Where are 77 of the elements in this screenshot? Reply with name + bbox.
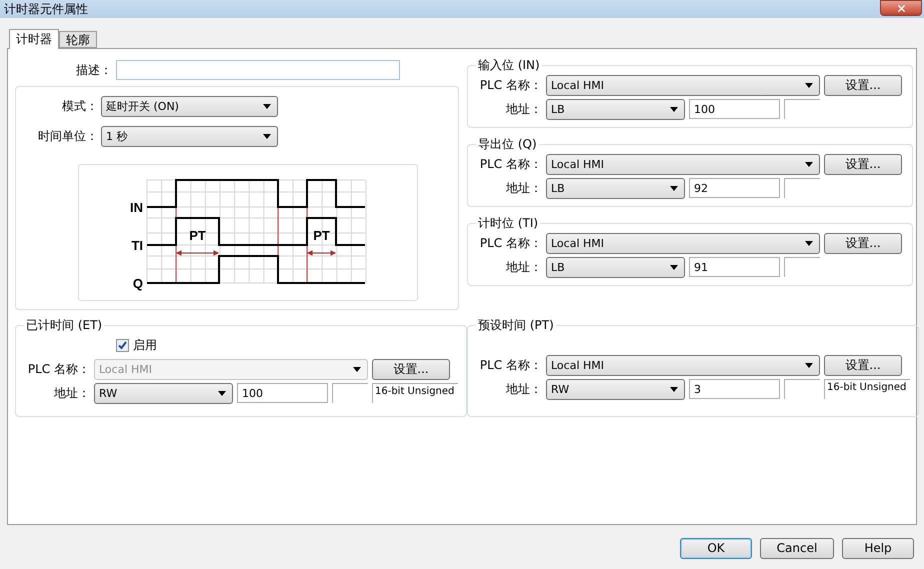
data-type-field: 16-bit Unsigned xyxy=(372,383,458,403)
field-label: 时间单位： xyxy=(37,128,98,144)
window-title: 计时器元件属性 xyxy=(4,0,88,18)
caret-icon xyxy=(805,240,813,246)
group-title: 输入位 (IN) xyxy=(477,57,541,74)
group-title: 已计时间 (ET) xyxy=(25,317,104,334)
settings-button[interactable]: 设置... xyxy=(824,74,902,96)
caret-icon xyxy=(263,104,271,108)
dropdown[interactable]: Local HMI xyxy=(546,232,820,254)
dropdown[interactable]: Local HMI xyxy=(546,74,820,96)
tab[interactable]: 计时器 xyxy=(9,29,59,49)
close-icon xyxy=(896,2,906,14)
data-type-field: 16-bit Unsigned xyxy=(824,379,910,399)
duration-arrow xyxy=(176,250,220,256)
address-field[interactable]: 91 xyxy=(689,257,780,277)
check-icon xyxy=(118,340,127,350)
dropdown[interactable]: LB xyxy=(546,98,685,120)
field-label: 地址： xyxy=(505,258,542,276)
settings-button[interactable]: 设置... xyxy=(824,232,902,254)
extra-field[interactable] xyxy=(784,257,820,277)
extra-field[interactable] xyxy=(784,99,820,119)
caret-icon xyxy=(805,162,813,166)
signal-label: Q xyxy=(132,276,143,291)
caret-icon xyxy=(805,362,813,368)
dropdown[interactable]: Local HMI xyxy=(546,154,820,174)
field-label: PLC 名称： xyxy=(26,360,90,378)
caret-icon xyxy=(218,390,226,396)
field-label: 模式： xyxy=(61,98,98,114)
signal-label: TI xyxy=(131,238,143,253)
field-label: 地址： xyxy=(505,100,542,118)
field-label: 地址： xyxy=(505,180,542,196)
caret-icon xyxy=(353,366,361,372)
field-label: PLC 名称： xyxy=(478,234,542,252)
tab[interactable]: 轮廓 xyxy=(59,31,97,48)
settings-button[interactable]: 设置... xyxy=(824,154,902,174)
field-label: 描述： xyxy=(75,62,112,78)
dialog-button[interactable]: Help xyxy=(842,538,914,558)
pulse-label: PT xyxy=(313,228,330,243)
checkbox-label: 启用 xyxy=(133,336,157,354)
field-label: PLC 名称： xyxy=(478,156,542,172)
dialog-button[interactable]: OK xyxy=(680,538,752,558)
dropdown[interactable]: 延时开关 (ON) xyxy=(101,96,278,116)
dialog-button[interactable]: Cancel xyxy=(760,538,834,558)
dropdown[interactable]: RW xyxy=(94,382,233,404)
settings-button[interactable]: 设置... xyxy=(372,358,450,380)
caret-icon xyxy=(670,264,678,270)
field-label: 地址： xyxy=(505,380,542,398)
dropdown[interactable]: 1 秒 xyxy=(101,126,278,146)
checkbox[interactable] xyxy=(116,338,129,352)
field-label: PLC 名称： xyxy=(478,76,542,94)
duration-arrow xyxy=(306,250,336,256)
caret-icon xyxy=(805,82,813,88)
dropdown[interactable]: Local HMI xyxy=(546,354,820,376)
caret-icon xyxy=(670,386,678,392)
field-label: PLC 名称： xyxy=(478,356,542,374)
caret-icon xyxy=(263,134,271,138)
field-label: 地址： xyxy=(53,384,90,402)
extra-field[interactable] xyxy=(332,383,368,403)
group-title: 预设时间 (PT) xyxy=(477,317,555,334)
dropdown[interactable]: LB xyxy=(546,178,685,198)
pulse-label: PT xyxy=(189,228,206,243)
dropdown[interactable]: LB xyxy=(546,256,685,278)
caret-icon xyxy=(670,106,678,112)
group-title: 计时位 (TI) xyxy=(477,215,540,232)
extra-field[interactable] xyxy=(784,178,820,198)
group-title: 导出位 (Q) xyxy=(477,136,538,153)
settings-button[interactable]: 设置... xyxy=(824,354,902,376)
close-button[interactable] xyxy=(880,0,922,16)
signal-label: IN xyxy=(130,200,143,215)
address-field[interactable]: 100 xyxy=(689,99,780,119)
description-field[interactable] xyxy=(116,60,400,80)
extra-field[interactable] xyxy=(784,379,820,399)
address-field[interactable]: 3 xyxy=(689,379,780,399)
address-field[interactable]: 92 xyxy=(689,178,780,198)
address-field[interactable]: 100 xyxy=(237,383,328,403)
caret-icon xyxy=(670,186,678,190)
dropdown[interactable]: RW xyxy=(546,378,685,400)
